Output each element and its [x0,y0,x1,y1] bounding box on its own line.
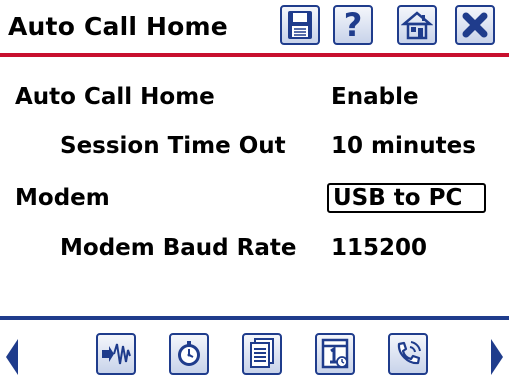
auto-call-home-label: Auto Call Home [15,84,215,110]
auto-call-home-value[interactable]: Enable [331,84,419,110]
close-icon [462,12,488,38]
modem-select[interactable]: USB to PC [327,183,486,213]
auto-call-home-screen: Auto Call Home ? Auto Call Home Enable S… [0,0,509,388]
calendar-button[interactable] [315,333,355,375]
phone-button[interactable] [388,333,428,375]
phone-icon [397,341,421,365]
documents-icon [250,338,274,368]
header-bar: Auto Call Home ? [0,0,509,57]
home-button[interactable] [397,5,437,45]
save-icon [288,11,312,39]
arrow-left-icon [6,339,18,375]
modem-baud-rate-value[interactable]: 115200 [331,235,427,261]
calendar-icon [321,338,349,369]
page-title: Auto Call Home [8,12,228,41]
waveform-button[interactable] [96,333,136,375]
header-divider [0,53,509,57]
clock-icon [178,341,200,366]
footer-divider [0,316,509,320]
home-icon [401,11,433,40]
session-timeout-value[interactable]: 10 minutes [331,133,476,159]
save-button[interactable] [280,5,320,45]
help-button[interactable]: ? [333,5,373,45]
session-timeout-label: Session Time Out [60,133,286,159]
close-button[interactable] [455,5,495,45]
help-icon: ? [343,6,363,44]
arrow-right-icon [491,339,503,375]
previous-page-button[interactable] [5,337,19,377]
modem-baud-rate-label: Modem Baud Rate [60,235,297,261]
documents-button[interactable] [242,333,282,375]
modem-label: Modem [15,185,110,211]
waveform-icon [102,343,131,365]
next-page-button[interactable] [490,337,504,377]
clock-button[interactable] [169,333,209,375]
